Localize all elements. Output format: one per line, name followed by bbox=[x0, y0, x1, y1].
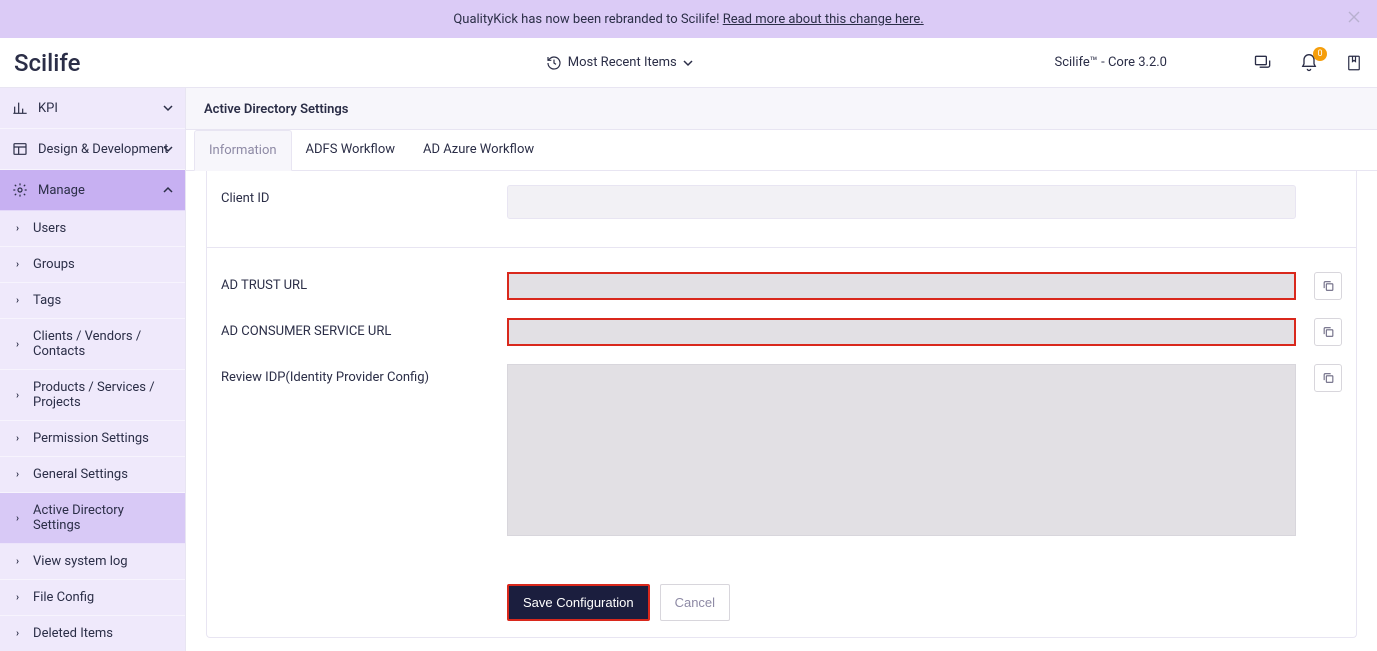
recent-items-dropdown[interactable]: Most Recent Items bbox=[546, 55, 693, 71]
chevron-right-icon: › bbox=[16, 433, 19, 444]
sidebar-item-label: Manage bbox=[38, 183, 85, 198]
sidebar-item-label: Users bbox=[33, 221, 66, 236]
sidebar-sub-active-directory[interactable]: › Active Directory Settings bbox=[0, 493, 185, 544]
feedback-icon[interactable] bbox=[1253, 53, 1273, 73]
version-label: Scilife™ - Core 3.2.0 bbox=[1055, 55, 1168, 70]
chart-icon bbox=[12, 100, 28, 116]
chevron-right-icon: › bbox=[16, 513, 19, 524]
chevron-right-icon: › bbox=[16, 556, 19, 567]
ad-trust-url-label: AD TRUST URL bbox=[221, 272, 507, 293]
sidebar-item-label: Groups bbox=[33, 257, 75, 272]
notifications-icon[interactable]: 0 bbox=[1299, 53, 1319, 73]
sidebar-sub-groups[interactable]: › Groups bbox=[0, 247, 185, 283]
tabs: Information ADFS Workflow AD Azure Workf… bbox=[186, 130, 1377, 171]
sidebar: KPI Design & Development Manage › Users bbox=[0, 88, 186, 651]
sidebar-sub-system-log[interactable]: › View system log bbox=[0, 544, 185, 580]
chevron-right-icon: › bbox=[16, 259, 19, 270]
row-ad-consumer-url: AD CONSUMER SERVICE URL bbox=[207, 314, 1356, 360]
sidebar-sub-tags[interactable]: › Tags bbox=[0, 283, 185, 319]
row-ad-trust-url: AD TRUST URL bbox=[207, 258, 1356, 314]
main-content: Active Directory Settings Information AD… bbox=[186, 88, 1377, 651]
sidebar-sub-users[interactable]: › Users bbox=[0, 211, 185, 247]
row-review-idp: Review IDP(Identity Provider Config) bbox=[207, 360, 1356, 550]
chevron-right-icon: › bbox=[16, 390, 19, 401]
sidebar-item-label: KPI bbox=[38, 101, 58, 116]
sidebar-sub-permission[interactable]: › Permission Settings bbox=[0, 421, 185, 457]
save-button[interactable]: Save Configuration bbox=[507, 584, 650, 621]
banner-link[interactable]: Read more about this change here. bbox=[723, 12, 924, 27]
ad-consumer-url-label: AD CONSUMER SERVICE URL bbox=[221, 318, 507, 339]
tab-ad-azure-workflow[interactable]: AD Azure Workflow bbox=[409, 130, 548, 170]
row-client-id: Client ID bbox=[207, 171, 1356, 248]
sidebar-sub-clients[interactable]: › Clients / Vendors / Contacts bbox=[0, 319, 185, 370]
history-icon bbox=[546, 55, 562, 71]
tab-adfs-workflow[interactable]: ADFS Workflow bbox=[292, 130, 409, 170]
chevron-down-icon bbox=[683, 58, 693, 68]
client-id-input[interactable] bbox=[507, 185, 1296, 219]
chevron-right-icon: › bbox=[16, 295, 19, 306]
review-idp-label: Review IDP(Identity Provider Config) bbox=[221, 364, 507, 385]
chevron-up-icon bbox=[163, 185, 173, 195]
ad-trust-url-input[interactable] bbox=[507, 272, 1296, 300]
sidebar-item-label: Active Directory Settings bbox=[33, 503, 173, 533]
ad-consumer-url-input[interactable] bbox=[507, 318, 1296, 346]
sidebar-item-label: Deleted Items bbox=[33, 626, 113, 641]
gear-icon bbox=[12, 182, 28, 198]
copy-button[interactable] bbox=[1314, 272, 1342, 300]
sidebar-sub-general[interactable]: › General Settings bbox=[0, 457, 185, 493]
sidebar-item-label: Clients / Vendors / Contacts bbox=[33, 329, 173, 359]
form-panel: Client ID AD TRUST URL bbox=[206, 171, 1357, 638]
recent-items-label: Most Recent Items bbox=[568, 55, 677, 70]
copy-button[interactable] bbox=[1314, 318, 1342, 346]
notification-badge: 0 bbox=[1313, 47, 1327, 61]
bookmark-icon[interactable] bbox=[1345, 53, 1363, 73]
review-idp-textarea[interactable] bbox=[507, 364, 1296, 536]
rebrand-banner: QualityKick has now been rebranded to Sc… bbox=[0, 0, 1377, 38]
layout-icon bbox=[12, 141, 28, 157]
sidebar-item-design-development[interactable]: Design & Development bbox=[0, 129, 185, 170]
sidebar-item-kpi[interactable]: KPI bbox=[0, 88, 185, 129]
client-id-label: Client ID bbox=[221, 185, 507, 206]
sidebar-item-label: View system log bbox=[33, 554, 128, 569]
sidebar-item-label: General Settings bbox=[33, 467, 128, 482]
sidebar-sub-deleted[interactable]: › Deleted Items bbox=[0, 616, 185, 651]
sidebar-item-label: Permission Settings bbox=[33, 431, 149, 446]
cancel-button[interactable]: Cancel bbox=[660, 584, 730, 621]
chevron-down-icon bbox=[163, 103, 173, 113]
sidebar-item-label: Design & Development bbox=[38, 142, 168, 157]
chevron-right-icon: › bbox=[16, 469, 19, 480]
sidebar-item-label: Products / Services / Projects bbox=[33, 380, 173, 410]
close-icon[interactable] bbox=[1347, 10, 1361, 24]
sidebar-item-label: File Config bbox=[33, 590, 94, 605]
chevron-right-icon: › bbox=[16, 628, 19, 639]
chevron-right-icon: › bbox=[16, 339, 19, 350]
sidebar-item-manage[interactable]: Manage bbox=[0, 170, 185, 211]
copy-button[interactable] bbox=[1314, 364, 1342, 392]
sidebar-sub-file-config[interactable]: › File Config bbox=[0, 580, 185, 616]
chevron-right-icon: › bbox=[16, 592, 19, 603]
banner-text: QualityKick has now been rebranded to Sc… bbox=[453, 12, 722, 27]
topbar: Scilife Most Recent Items Scilife™ - Cor… bbox=[0, 38, 1377, 88]
sidebar-item-label: Tags bbox=[33, 293, 61, 308]
form-actions: Save Configuration Cancel bbox=[493, 580, 1356, 637]
chevron-down-icon bbox=[163, 144, 173, 154]
logo: Scilife bbox=[14, 49, 184, 77]
sidebar-sub-products[interactable]: › Products / Services / Projects bbox=[0, 370, 185, 421]
page-title: Active Directory Settings bbox=[186, 88, 1377, 130]
tab-information[interactable]: Information bbox=[194, 130, 292, 171]
chevron-right-icon: › bbox=[16, 223, 19, 234]
